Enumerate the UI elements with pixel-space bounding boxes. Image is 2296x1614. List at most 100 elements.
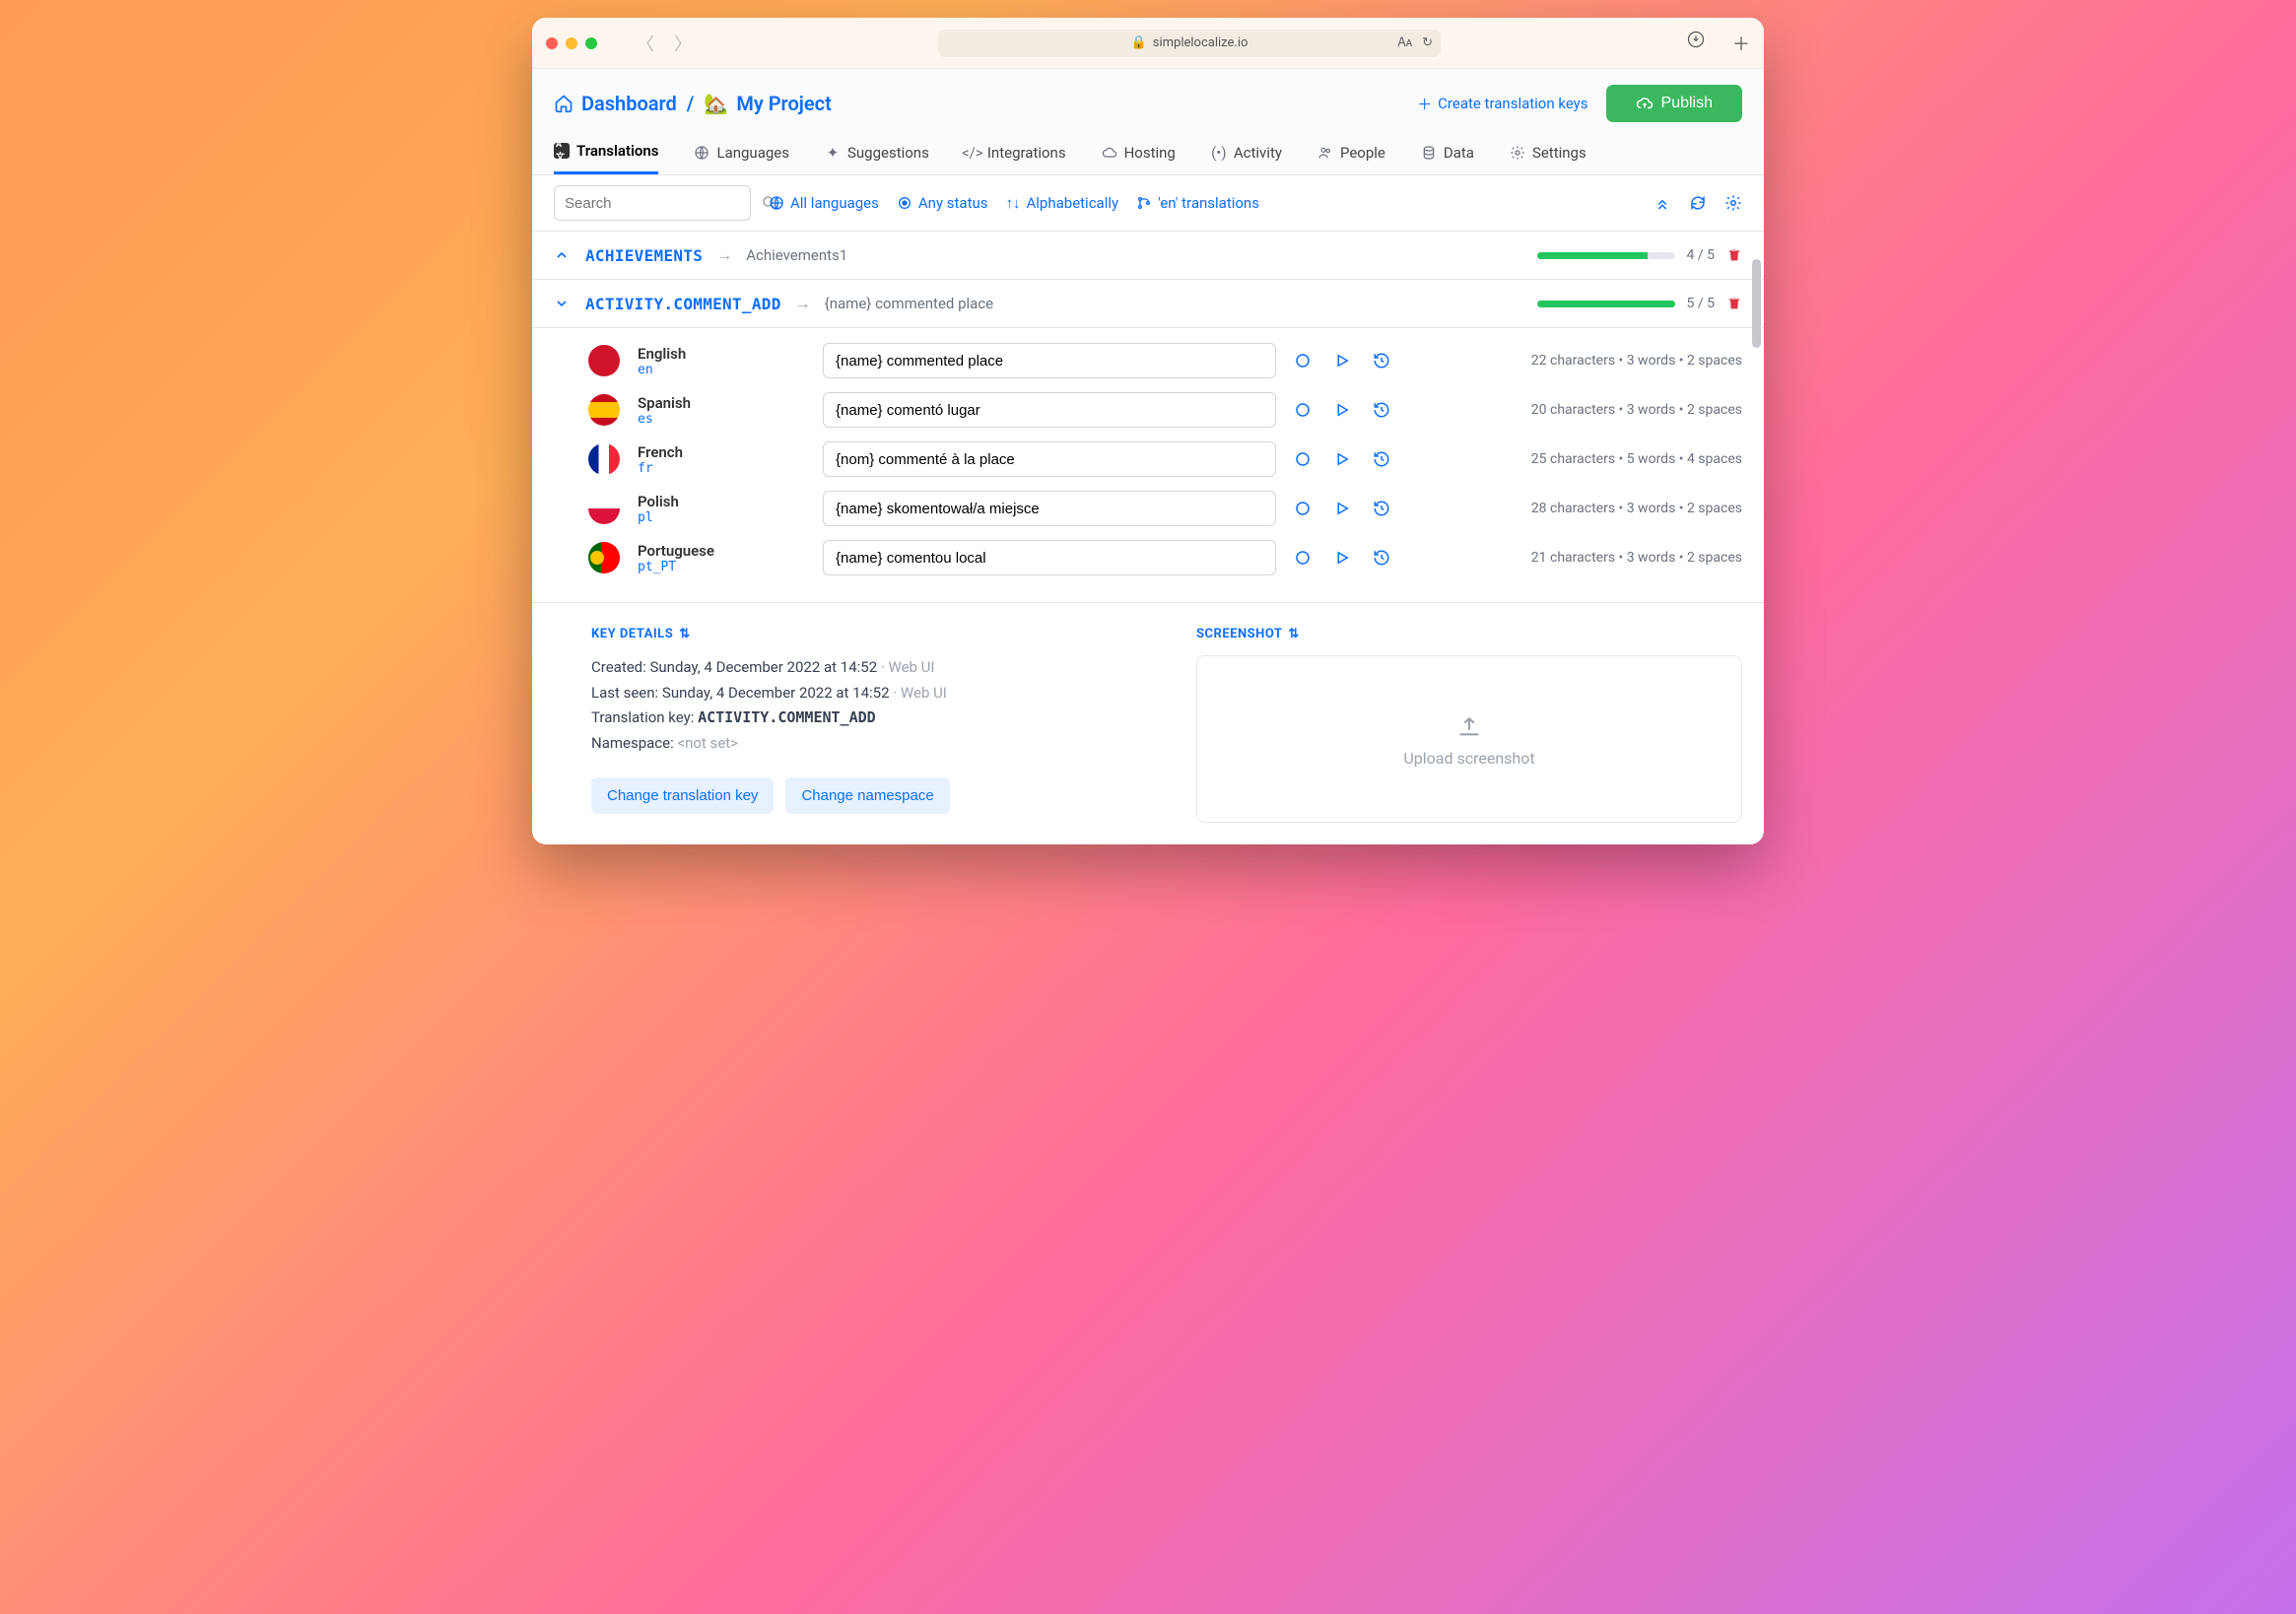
circle-icon[interactable] — [1294, 450, 1312, 468]
filter-sort[interactable]: ↑↓ Alphabetically — [1006, 194, 1119, 212]
history-icon[interactable] — [1373, 450, 1390, 468]
trash-icon[interactable] — [1726, 247, 1742, 263]
people-icon — [1317, 145, 1333, 161]
filter-source[interactable]: 'en' translations — [1136, 194, 1259, 212]
reload-icon[interactable]: ↻ — [1422, 35, 1433, 50]
tab-suggestions[interactable]: ✦ Suggestions — [825, 134, 929, 174]
translation-input[interactable] — [823, 392, 1276, 428]
history-icon[interactable] — [1373, 549, 1390, 567]
tab-label: Suggestions — [847, 144, 929, 162]
lang-code: es — [638, 412, 805, 427]
settings-icon[interactable] — [1724, 194, 1742, 212]
history-icon[interactable] — [1373, 401, 1390, 419]
translation-row-pt: Portuguese pt_PT 21 characters • 3 words… — [554, 533, 1742, 582]
translation-key-line: Translation key: ACTIVITY.COMMENT_ADD — [591, 706, 1137, 731]
tab-data[interactable]: Data — [1421, 134, 1474, 174]
filter-all-languages[interactable]: All languages — [769, 194, 879, 212]
lang-name: Polish — [638, 493, 805, 510]
search-input[interactable] — [565, 195, 761, 212]
key-name: ACTIVITY.COMMENT_ADD — [585, 295, 781, 313]
sparkle-icon: ✦ — [825, 145, 841, 161]
lock-icon: 🔒 — [1131, 35, 1147, 50]
create-translation-keys-label: Create translation keys — [1438, 95, 1587, 112]
key-row-achievements[interactable]: ACHIEVEMENTS → Achievements1 4 / 5 — [532, 232, 1764, 280]
translation-input[interactable] — [823, 491, 1276, 526]
translation-stats: 28 characters • 3 words • 2 spaces — [1531, 501, 1742, 516]
filters-row: All languages Any status ↑↓ Alphabetical… — [532, 175, 1764, 232]
back-button[interactable]: 〈 — [637, 31, 654, 56]
db-icon — [1421, 145, 1437, 161]
breadcrumb-sep: / — [687, 92, 695, 115]
key-row-activity-comment[interactable]: ACTIVITY.COMMENT_ADD → {name} commented … — [532, 280, 1764, 328]
gear-icon — [1510, 145, 1525, 161]
app-window: 〈 〉 🔒 simplelocalize.io 🗛 ↻ ＋ Dashboard … — [532, 18, 1764, 844]
tab-activity[interactable]: (•) Activity — [1211, 134, 1282, 174]
close-window-button[interactable] — [546, 37, 558, 49]
collapse-all-icon[interactable] — [1654, 194, 1671, 212]
translations-block: English en 22 characters • 3 words • 2 s… — [532, 328, 1764, 603]
tab-translations[interactable]: A文 Translations — [554, 134, 658, 174]
breadcrumb-project[interactable]: My Project — [736, 92, 832, 115]
trash-icon[interactable] — [1726, 296, 1742, 311]
refresh-icon[interactable] — [1689, 194, 1707, 212]
screenshot-heading[interactable]: SCREENSHOT ⇅ — [1196, 627, 1742, 641]
play-icon[interactable] — [1333, 352, 1351, 370]
tab-settings[interactable]: Settings — [1510, 134, 1587, 174]
translation-row-pl: Polish pl 28 characters • 3 words • 2 sp… — [554, 484, 1742, 533]
filter-label: 'en' translations — [1158, 194, 1259, 212]
translation-input[interactable] — [823, 441, 1276, 477]
project-emoji: 🏡 — [704, 92, 728, 115]
tab-languages[interactable]: Languages — [694, 134, 789, 174]
minimize-window-button[interactable] — [566, 37, 577, 49]
cloud-upload-icon — [1636, 95, 1654, 112]
play-icon[interactable] — [1333, 500, 1351, 517]
sort-icon: ↑↓ — [1006, 194, 1021, 212]
home-icon[interactable] — [554, 94, 574, 113]
publish-button[interactable]: Publish — [1606, 85, 1742, 122]
new-tab-icon[interactable]: ＋ — [1732, 31, 1750, 56]
circle-icon[interactable] — [1294, 401, 1312, 419]
chevron-up-icon[interactable] — [554, 247, 572, 263]
nav-arrows: 〈 〉 — [637, 31, 692, 56]
upload-screenshot-box[interactable]: Upload screenshot — [1196, 655, 1742, 823]
circle-icon[interactable] — [1294, 352, 1312, 370]
last-seen-line: Last seen: Sunday, 4 December 2022 at 14… — [591, 681, 1137, 706]
breadcrumb-dashboard[interactable]: Dashboard — [581, 92, 677, 115]
signal-icon: (•) — [1211, 145, 1227, 161]
tab-hosting[interactable]: Hosting — [1102, 134, 1176, 174]
details-section: KEY DETAILS ⇅ Created: Sunday, 4 Decembe… — [532, 603, 1764, 844]
translation-input[interactable] — [823, 540, 1276, 575]
fullscreen-window-button[interactable] — [585, 37, 597, 49]
change-key-button[interactable]: Change translation key — [591, 777, 774, 814]
play-icon[interactable] — [1333, 549, 1351, 567]
progress-text: 4 / 5 — [1687, 247, 1715, 263]
globe-icon — [694, 145, 709, 161]
tab-people[interactable]: People — [1317, 134, 1385, 174]
search-box[interactable] — [554, 185, 751, 221]
create-translation-keys-link[interactable]: ＋ Create translation keys — [1417, 94, 1587, 114]
filter-any-status[interactable]: Any status — [897, 194, 988, 212]
play-icon[interactable] — [1333, 450, 1351, 468]
circle-icon[interactable] — [1294, 500, 1312, 517]
forward-button[interactable]: 〉 — [674, 31, 692, 56]
url-bar[interactable]: 🔒 simplelocalize.io 🗛 ↻ — [938, 30, 1441, 57]
key-details-heading[interactable]: KEY DETAILS ⇅ — [591, 627, 1137, 641]
downloads-icon[interactable] — [1687, 31, 1705, 56]
translation-stats: 25 characters • 5 words • 4 spaces — [1531, 451, 1742, 467]
namespace-line: Namespace: <not set> — [591, 731, 1137, 757]
flag-pt-icon — [588, 542, 620, 573]
tab-integrations[interactable]: </> Integrations — [965, 134, 1066, 174]
change-namespace-button[interactable]: Change namespace — [785, 777, 949, 814]
window-controls — [546, 37, 597, 49]
play-icon[interactable] — [1333, 401, 1351, 419]
history-icon[interactable] — [1373, 352, 1390, 370]
filter-label: Alphabetically — [1027, 194, 1119, 212]
scrollbar[interactable] — [1752, 259, 1761, 348]
upload-placeholder: Upload screenshot — [1403, 749, 1534, 768]
circle-icon[interactable] — [1294, 549, 1312, 567]
cloud-icon — [1102, 145, 1117, 161]
history-icon[interactable] — [1373, 500, 1390, 517]
translate-icon[interactable]: 🗛 — [1397, 35, 1412, 50]
translation-input[interactable] — [823, 343, 1276, 378]
chevron-down-icon[interactable] — [554, 296, 572, 311]
